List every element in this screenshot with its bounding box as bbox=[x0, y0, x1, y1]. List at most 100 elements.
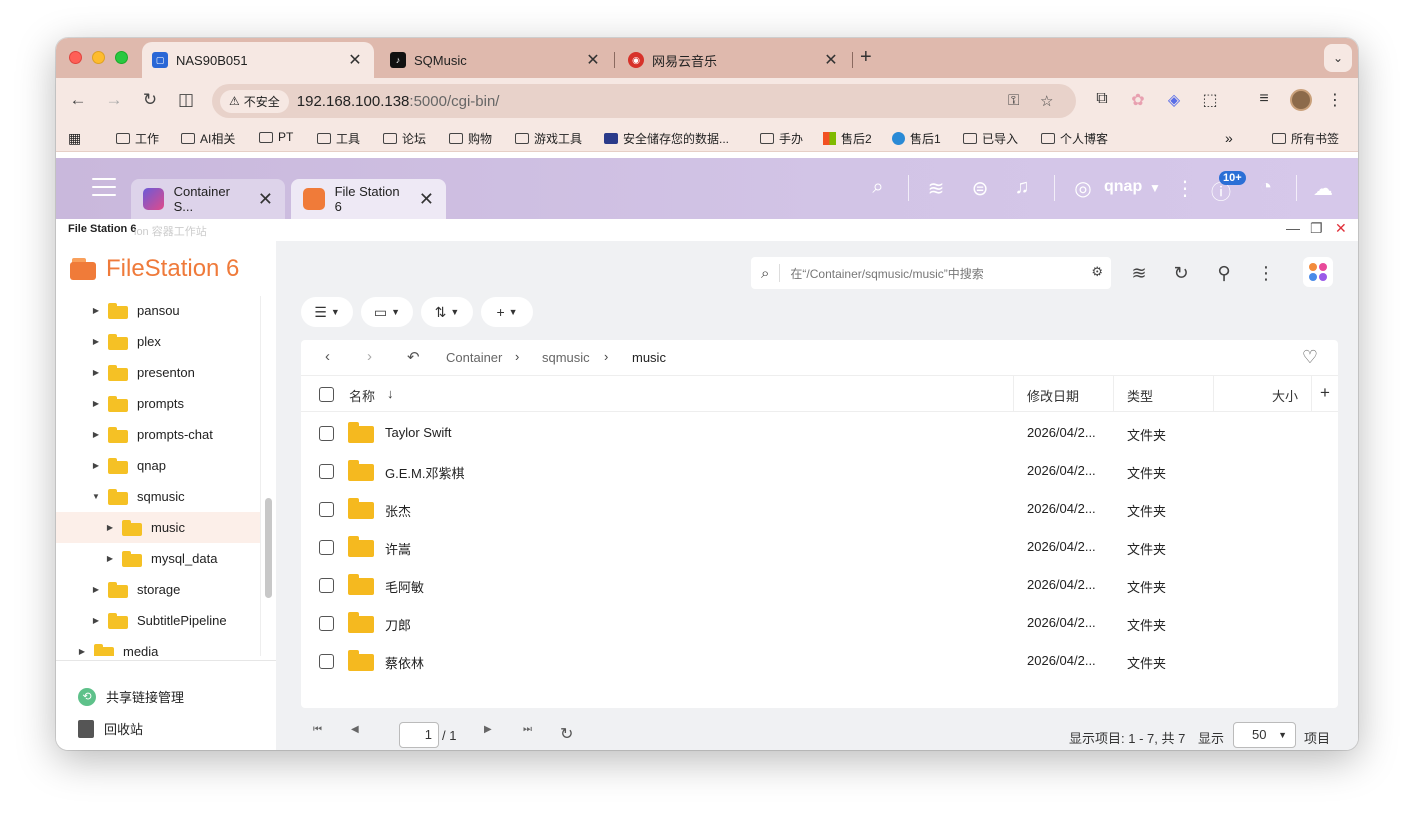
search-icon[interactable]: ⌕ bbox=[865, 176, 891, 199]
row-checkbox[interactable] bbox=[319, 578, 334, 593]
extensions-puzzle-icon[interactable]: ⬚ bbox=[1199, 90, 1221, 110]
security-chip[interactable]: ⚠ 不安全 bbox=[220, 89, 289, 113]
file-name[interactable]: 刀郎 bbox=[385, 615, 411, 634]
column-modified[interactable]: 修改日期 bbox=[1027, 386, 1079, 405]
close-app-tab-icon[interactable]: ✕ bbox=[409, 189, 434, 210]
table-row[interactable]: 刀郎 2026/04/2... 文件夹 bbox=[301, 604, 1338, 642]
app-tab-container-station[interactable]: Container S... ✕ bbox=[131, 179, 285, 219]
row-checkbox[interactable] bbox=[319, 616, 334, 631]
open-with-button[interactable]: ▭ ▼ bbox=[361, 297, 413, 327]
tree-item[interactable]: ▶ prompts-chat bbox=[56, 419, 260, 450]
bookmark-item[interactable]: 手办 bbox=[760, 130, 803, 147]
address-bar[interactable]: ⚠ 不安全 192.168.100.138:5000/cgi-bin/ ⚿ ☆ bbox=[212, 84, 1076, 118]
back-arrow-icon[interactable]: ← bbox=[67, 90, 89, 110]
caret-right-icon[interactable]: ▶ bbox=[104, 554, 116, 563]
background-tasks-icon[interactable]: ≋ bbox=[923, 176, 949, 201]
tab-search-button[interactable]: ⌄ bbox=[1324, 44, 1352, 72]
main-menu-icon[interactable] bbox=[92, 178, 116, 202]
page-number-input[interactable]: 1 bbox=[399, 722, 439, 748]
app-switcher-icon[interactable] bbox=[1303, 257, 1333, 287]
table-row[interactable]: 许嵩 2026/04/2... 文件夹 bbox=[301, 528, 1338, 566]
caret-right-icon[interactable]: ▶ bbox=[90, 337, 102, 346]
bookmark-item[interactable]: 个人博客 bbox=[1041, 130, 1108, 147]
caret-right-icon[interactable]: ▶ bbox=[104, 523, 116, 532]
bookmark-item[interactable]: 工作 bbox=[116, 130, 159, 147]
next-page-icon[interactable]: ▶ bbox=[484, 724, 492, 735]
advanced-search-icon[interactable]: ⚙ bbox=[1091, 264, 1103, 280]
tree-item[interactable]: ▶ qnap bbox=[56, 450, 260, 481]
close-tab-icon[interactable]: ✕ bbox=[584, 50, 602, 70]
recycle-bin[interactable]: 回收站 bbox=[78, 719, 143, 738]
refresh-icon[interactable]: ↻ bbox=[1169, 263, 1193, 284]
bookmark-item[interactable]: 工具 bbox=[317, 130, 360, 147]
external-devices-icon[interactable]: ⊜ bbox=[967, 176, 993, 201]
search-input[interactable]: ⌕ 在“/Container/sqmusic/music”中搜索 ⚙ bbox=[751, 257, 1111, 289]
chevron-down-icon[interactable]: ▼ bbox=[1142, 181, 1168, 195]
new-tab-button[interactable]: + bbox=[860, 46, 872, 69]
close-tab-icon[interactable]: ✕ bbox=[822, 50, 840, 70]
row-checkbox[interactable] bbox=[319, 654, 334, 669]
browser-menu-icon[interactable]: ⋮ bbox=[1324, 90, 1346, 110]
caret-right-icon[interactable]: ▶ bbox=[76, 647, 88, 656]
column-divider[interactable] bbox=[1213, 376, 1214, 412]
bookmark-item[interactable]: 论坛 bbox=[383, 130, 426, 147]
smart-filter-icon[interactable]: ⚲ bbox=[1212, 263, 1236, 284]
back-icon[interactable]: ‹ bbox=[325, 348, 330, 365]
extension-icon[interactable]: ✿ bbox=[1127, 90, 1149, 110]
tree-item[interactable]: ▶ plex bbox=[56, 326, 260, 357]
select-all-checkbox[interactable] bbox=[319, 387, 334, 402]
tree-item[interactable]: ▼ sqmusic bbox=[56, 481, 260, 512]
minimize-icon[interactable]: — bbox=[1286, 220, 1300, 236]
tree-item[interactable]: ▶ media bbox=[56, 636, 260, 656]
more-actions-icon[interactable]: ⋮ bbox=[1254, 263, 1278, 284]
apps-grid-icon[interactable]: ▦ bbox=[68, 130, 81, 147]
items-per-page-select[interactable]: 50 ▼ bbox=[1233, 722, 1296, 748]
bookmark-item[interactable]: 游戏工具 bbox=[515, 130, 582, 147]
bookmark-item[interactable]: 安全储存您的数据... bbox=[604, 130, 729, 147]
tree-item[interactable]: ▶ pansou bbox=[56, 296, 260, 326]
restore-icon[interactable]: ❐ bbox=[1310, 220, 1323, 237]
breadcrumb-item[interactable]: Container bbox=[446, 350, 502, 365]
user-icon[interactable]: ◎ bbox=[1070, 176, 1096, 201]
bookmark-item[interactable]: PT bbox=[259, 130, 293, 144]
column-divider[interactable] bbox=[1113, 376, 1114, 412]
column-divider[interactable] bbox=[1013, 376, 1014, 412]
table-row[interactable]: 蔡依林 2026/04/2... 文件夹 bbox=[301, 642, 1338, 680]
browser-tab-nas[interactable]: ▢ NAS90B051 ✕ bbox=[142, 42, 374, 78]
file-name[interactable]: 蔡依林 bbox=[385, 653, 424, 672]
caret-right-icon[interactable]: ▶ bbox=[90, 368, 102, 377]
column-name[interactable]: 名称 bbox=[349, 386, 375, 405]
bookmark-item[interactable]: 已导入 bbox=[963, 130, 1018, 147]
caret-right-icon[interactable]: ▶ bbox=[90, 461, 102, 470]
all-bookmarks-button[interactable]: 所有书签 bbox=[1272, 130, 1339, 147]
caret-down-icon[interactable]: ▼ bbox=[90, 492, 102, 501]
column-divider[interactable] bbox=[1311, 376, 1312, 412]
refresh-icon[interactable]: ↻ bbox=[560, 724, 573, 744]
first-page-icon[interactable]: ⏮ bbox=[313, 724, 322, 735]
tree-item[interactable]: ▶ prompts bbox=[56, 388, 260, 419]
forward-arrow-icon[interactable]: → bbox=[103, 90, 125, 110]
row-checkbox[interactable] bbox=[319, 426, 334, 441]
app-tab-file-station[interactable]: File Station 6 ✕ bbox=[291, 179, 446, 219]
file-name[interactable]: 张杰 bbox=[385, 501, 411, 520]
bookmark-item[interactable]: 售后1 bbox=[892, 130, 941, 147]
profile-avatar[interactable] bbox=[1290, 89, 1312, 111]
caret-right-icon[interactable]: ▶ bbox=[90, 585, 102, 594]
file-name[interactable]: Taylor Swift bbox=[385, 425, 451, 440]
more-options-icon[interactable]: ⋮ bbox=[1172, 176, 1198, 201]
breadcrumb-item[interactable]: sqmusic bbox=[542, 350, 590, 365]
key-icon[interactable]: ⚿ bbox=[1008, 92, 1019, 109]
bookmark-star-icon[interactable]: ☆ bbox=[1040, 92, 1053, 110]
sort-down-icon[interactable]: ↓ bbox=[387, 386, 394, 401]
close-app-tab-icon[interactable]: ✕ bbox=[248, 189, 273, 210]
extension-icon[interactable]: ◈ bbox=[1163, 90, 1185, 110]
notification-bell-icon[interactable]: ♫ bbox=[1009, 176, 1035, 199]
table-row[interactable]: G.E.M.邓紫棋 2026/04/2... 文件夹 bbox=[301, 452, 1338, 490]
column-size[interactable]: 大小 bbox=[1272, 386, 1298, 405]
share-link-management[interactable]: ⟲ 共享链接管理 bbox=[78, 687, 184, 706]
caret-right-icon[interactable]: ▶ bbox=[90, 306, 102, 315]
caret-right-icon[interactable]: ▶ bbox=[90, 399, 102, 408]
url-text[interactable]: 192.168.100.138:5000/cgi-bin/ bbox=[297, 93, 500, 110]
minimize-window-button[interactable] bbox=[92, 51, 105, 64]
cloud-icon[interactable]: ☁ bbox=[1310, 176, 1336, 201]
